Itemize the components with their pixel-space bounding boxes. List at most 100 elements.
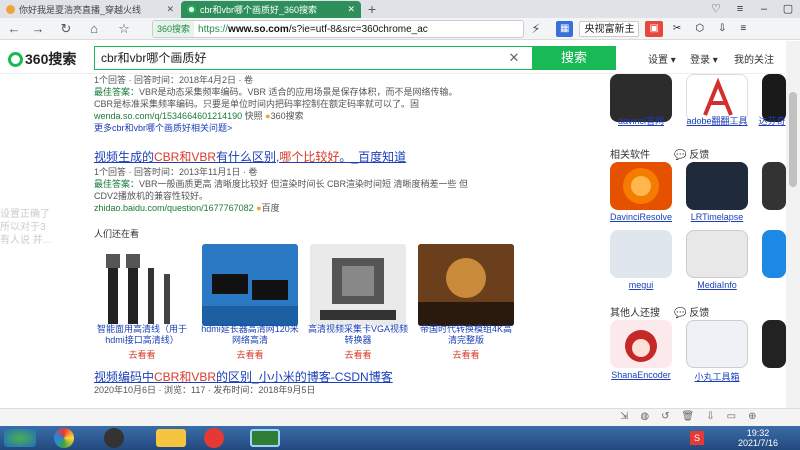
result-answer: 最佳答案：VBR是动态采集频率编码。VBR 适合的应用场景是保存体积，而不是网络… (94, 87, 458, 97)
maximize-icon[interactable]: ▢ (776, 0, 800, 18)
video-caption[interactable]: 帝国时代转换模组4K高清完整版 (416, 324, 516, 346)
close-icon[interactable]: ✕ (341, 4, 355, 15)
tab-strip: 你好我是夏浩亮直播_穿越火线 ✕ cbr和vbr哪个画质好_360搜索 ✕ + … (0, 0, 800, 18)
netease-music-icon[interactable] (204, 428, 224, 448)
back-icon[interactable]: ← (4, 18, 24, 40)
logo[interactable]: 360搜索 (8, 49, 76, 69)
snapshot-link[interactable]: 快照 (245, 111, 263, 121)
result-url: wenda.so.com/q/1534664601214190 (94, 111, 243, 121)
extensions-icon[interactable]: ⬡ (691, 21, 708, 37)
scissors-icon[interactable]: ✂ (669, 21, 685, 37)
obs-icon[interactable] (104, 428, 124, 448)
xiaowan-toolbox-icon[interactable] (686, 320, 748, 368)
megui-icon[interactable] (610, 230, 672, 278)
lightning-icon[interactable]: ⚡ (526, 18, 546, 40)
related-head: 人们还在看 (94, 229, 140, 239)
app-icon[interactable] (762, 162, 786, 210)
site-badge: 360搜索 (153, 21, 195, 37)
window-icon[interactable]: ▭ (727, 411, 736, 422)
see-more-link[interactable]: 去看看 (416, 348, 516, 361)
follow-link[interactable]: 我的关注 (734, 51, 774, 66)
minimize-icon[interactable]: – (752, 0, 776, 18)
forward-icon[interactable]: → (28, 18, 48, 40)
start-button[interactable] (4, 429, 36, 447)
app-label[interactable]: DavinciResolve (606, 212, 676, 222)
result-title[interactable]: 视频编码中CBR和VBR的区别_小小米的博客-CSDN博客 (94, 368, 393, 385)
mediainfo-icon[interactable] (686, 230, 748, 278)
feedback-link[interactable]: 💬 反馈 (674, 146, 709, 161)
app-icon[interactable] (762, 320, 786, 368)
home-icon[interactable]: ⌂ (84, 18, 104, 40)
see-more-link[interactable]: 去看看 (200, 348, 300, 361)
tab-favicon-icon (187, 5, 196, 14)
result-url-row: zhidao.baidu.com/question/1677767082 ●百度 (94, 203, 280, 213)
app-label[interactable]: megui (606, 280, 676, 290)
grid-icon[interactable]: ▦ (556, 21, 574, 37)
tab-live-stream[interactable]: 你好我是夏浩亮直播_穿越火线 ✕ (0, 1, 180, 18)
tab-title: cbr和vbr哪个画质好_360搜索 (200, 5, 318, 15)
close-icon[interactable]: ✕ (160, 4, 174, 15)
download-icon[interactable]: ⇩ (706, 411, 714, 422)
app-label[interactable]: MediaInfo (682, 280, 752, 290)
settings-link[interactable]: 设置 ▾ (648, 51, 676, 66)
menu-icon[interactable]: ≡ (728, 0, 752, 18)
video-caption[interactable]: hdmi延长器高清网120米网络高清 (200, 324, 300, 346)
download-icon[interactable]: ⇩ (714, 21, 730, 37)
browser-status-bar: ⇲ ◍ ↺ 🗑 ⇩ ▭ ⊕ (0, 408, 800, 426)
video-caption[interactable]: 智能面用高清线（用于hdmi接口高清线） (92, 324, 192, 346)
bookmark-star-icon[interactable]: ☆ (114, 18, 134, 40)
app-icon[interactable] (762, 230, 786, 278)
app-label[interactable]: adobe翻翻工具 (682, 114, 752, 127)
address-bar[interactable]: 360搜索 https://www.so.com/s?ie=utf-8&src=… (152, 20, 524, 38)
more-icon[interactable]: ≡ (736, 21, 750, 37)
overlay-text: 设置正确了 所以对于3 有人说 并... (0, 209, 52, 246)
tab-search-results[interactable]: cbr和vbr哪个画质好_360搜索 ✕ (181, 1, 361, 18)
toolbar-search-box[interactable]: 央视富新主 (579, 21, 640, 37)
result-answer-line: CDV2播放机的兼容性较好。 (94, 191, 209, 201)
reload-icon[interactable]: ↻ (56, 18, 76, 40)
product-image-game-mod[interactable] (418, 244, 514, 326)
app-taskbar-icon[interactable] (156, 429, 186, 447)
see-more-link[interactable]: 去看看 (92, 348, 192, 361)
shield-icon[interactable]: ◍ (640, 411, 649, 422)
see-more-link[interactable]: 去看看 (308, 348, 408, 361)
result-url: zhidao.baidu.com/question/1677767082 (94, 203, 254, 213)
result-meta: 1个回答 · 回答时间：2018年4月2日 · 卷 (94, 75, 254, 85)
chrome-icon[interactable] (54, 428, 74, 448)
login-link[interactable]: 登录 ▾ (690, 51, 718, 66)
restore-icon[interactable]: ↺ (661, 411, 669, 422)
apps-icon[interactable]: ▣ (645, 21, 663, 37)
new-tab-plus-icon[interactable]: + (364, 0, 380, 18)
clear-icon[interactable]: ✕ (506, 50, 522, 66)
result-title[interactable]: 视频生成的CBR和VBR有什么区别,哪个比较好。_百度知道 (94, 148, 406, 165)
window-app-icon[interactable] (250, 429, 280, 447)
clock[interactable]: 19:32 2021/7/16 (738, 428, 778, 448)
share-icon[interactable]: ⇲ (620, 411, 628, 422)
scrollbar-thumb[interactable] (789, 92, 797, 187)
davinci-resolve-icon[interactable] (610, 162, 672, 210)
result-answer: 最佳答案：VBR一般画质更高 清晰度比较好 但渲染时间长 CBR渲染时间短 清晰… (94, 179, 469, 189)
app-label[interactable]: LRTimelapse (682, 212, 752, 222)
search-button[interactable]: 搜索 (532, 46, 616, 70)
product-image-hdmi-extender[interactable] (202, 244, 298, 326)
app-label[interactable]: 小丸工具箱 (682, 370, 752, 383)
skin-icon[interactable]: ♡ (704, 0, 728, 18)
ime-icon[interactable]: S (690, 431, 704, 445)
trash-icon[interactable]: 🗑 (682, 411, 695, 422)
more-questions-link[interactable]: 更多cbr和vbr哪个画质好相关问题> (94, 122, 524, 134)
app-label[interactable]: ShanaEncoder (606, 370, 676, 380)
side-panel: davinci官网 adobe翻翻工具 达芬奇 相关软件 💬 反馈 Davinc… (600, 74, 786, 408)
toolbar-right: ▦ 央视富新主 ▣ ✂ ⬡ ⇩ ≡ (556, 18, 750, 40)
shanaencoder-icon[interactable] (610, 320, 672, 368)
feedback-link[interactable]: 💬 反馈 (674, 304, 709, 319)
app-label[interactable]: 达芬奇 (758, 114, 786, 127)
app-label[interactable]: davinci官网 (606, 114, 676, 127)
lrtimelapse-icon[interactable] (686, 162, 748, 210)
related-software-head: 相关软件 (610, 150, 650, 161)
tab-title: 你好我是夏浩亮直播_穿越火线 (19, 5, 142, 15)
search-input[interactable]: cbr和vbr哪个画质好 (94, 46, 532, 70)
product-image-hdmi-cable[interactable] (94, 244, 190, 326)
zoom-icon[interactable]: ⊕ (748, 411, 756, 422)
product-image-capture-card[interactable] (310, 244, 406, 326)
video-caption[interactable]: 高清视频采集卡VGA视频转换器 (308, 324, 408, 346)
